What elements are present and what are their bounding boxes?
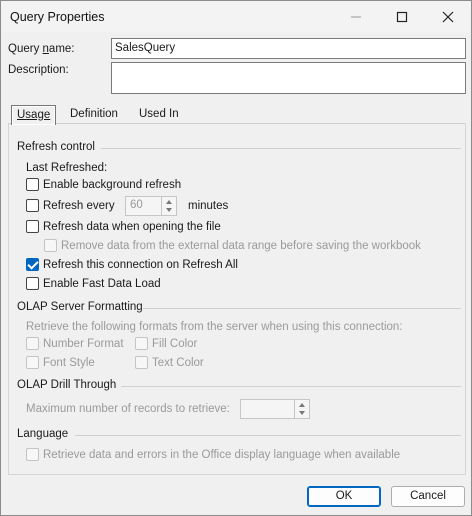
max-records-label: Maximum number of records to retrieve: [26,403,230,415]
font-style-checkbox[interactable] [26,356,39,369]
language-divider [75,435,461,436]
refresh-on-open-checkbox[interactable] [26,220,39,233]
refresh-minutes-spinner[interactable]: 60 [125,196,177,216]
fill-color-label: Fill Color [152,338,198,350]
background-refresh-checkbox[interactable] [26,178,39,191]
tab-used-in[interactable]: Used In [134,105,184,123]
refresh-every-checkbox[interactable] [26,199,39,212]
maximize-button[interactable] [379,1,425,32]
number-format-label: Number Format [43,338,124,350]
refresh-all-label[interactable]: Refresh this connection on Refresh All [43,259,238,271]
maximize-icon [396,11,408,22]
text-color-label: Text Color [152,357,204,369]
olap-drill-heading: OLAP Drill Through [17,379,117,391]
title-bar: Query Properties [1,1,471,32]
tab-definition[interactable]: Definition [65,105,123,123]
cancel-button[interactable]: Cancel [391,486,465,507]
text-color-checkbox[interactable] [135,356,148,369]
number-format-checkbox[interactable] [26,337,39,350]
language-heading: Language [17,428,69,440]
fast-load-checkbox[interactable] [26,277,39,290]
olap-formatting-heading: OLAP Server Formatting [17,301,143,313]
query-properties-dialog: Query Properties Query name: SalesQuery … [0,0,472,516]
remove-data-checkbox[interactable] [44,239,57,252]
background-refresh-label[interactable]: Enable background refresh [43,179,181,191]
refresh-minutes-value: 60 [130,199,143,211]
close-button[interactable] [425,1,471,32]
refresh-control-heading: Refresh control [17,141,95,153]
remove-data-label: Remove data from the external data range… [61,240,421,252]
max-records-spinner-buttons[interactable] [294,400,309,418]
refresh-on-open-label[interactable]: Refresh data when opening the file [43,221,221,233]
description-field[interactable] [111,62,466,94]
olap-formatting-description: Retrieve the following formats from the … [26,321,403,333]
spin-up-icon[interactable] [299,403,305,407]
fast-load-label[interactable]: Enable Fast Data Load [43,278,161,290]
query-name-value: SalesQuery [115,42,176,54]
office-language-label: Retrieve data and errors in the Office d… [43,449,401,461]
last-refreshed-label: Last Refreshed: [26,162,108,174]
tab-usage[interactable]: Usage [11,105,57,125]
ok-button[interactable]: OK [307,486,381,507]
spin-down-icon[interactable] [299,411,305,415]
fill-color-checkbox[interactable] [135,337,148,350]
minimize-icon [351,16,361,17]
refresh-control-divider [101,148,461,149]
font-style-label: Font Style [43,357,95,369]
olap-drill-divider [121,386,461,387]
window-title: Query Properties [10,10,105,24]
query-name-field[interactable]: SalesQuery [111,38,466,59]
max-records-spinner[interactable] [240,399,310,419]
refresh-every-label[interactable]: Refresh every [43,200,115,212]
minimize-button[interactable] [333,1,379,32]
refresh-all-checkbox[interactable] [26,258,39,271]
close-icon [442,11,454,22]
olap-formatting-divider [143,308,461,309]
query-name-label: Query name: [8,43,75,55]
usage-panel [8,123,466,475]
spin-down-icon[interactable] [166,208,172,212]
minutes-label: minutes [188,200,229,212]
spinner-buttons[interactable] [161,197,176,215]
office-language-checkbox[interactable] [26,448,39,461]
description-label: Description: [8,64,69,76]
spin-up-icon[interactable] [166,200,172,204]
